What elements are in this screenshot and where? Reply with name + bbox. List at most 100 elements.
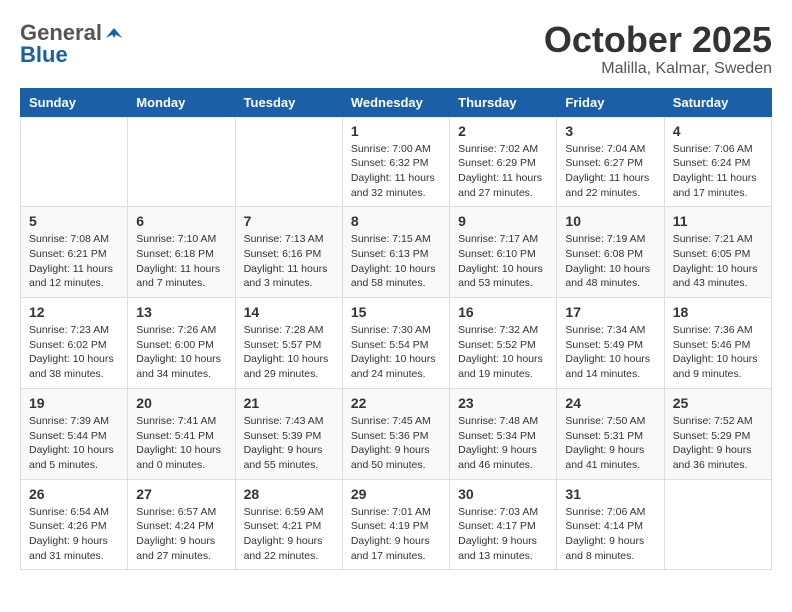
calendar-cell: 31 Sunrise: 7:06 AM Sunset: 4:14 PM Dayli…: [557, 479, 664, 570]
calendar-week-row: 1 Sunrise: 7:00 AM Sunset: 6:32 PM Daylig…: [21, 116, 772, 207]
day-info: Sunrise: 7:17 AM Sunset: 6:10 PM Dayligh…: [458, 232, 548, 291]
day-info: Sunrise: 7:04 AM Sunset: 6:27 PM Dayligh…: [565, 142, 655, 201]
calendar-cell: 30 Sunrise: 7:03 AM Sunset: 4:17 PM Dayli…: [450, 479, 557, 570]
day-info: Sunrise: 7:10 AM Sunset: 6:18 PM Dayligh…: [136, 232, 226, 291]
day-number: 19: [29, 395, 119, 411]
day-number: 14: [244, 304, 334, 320]
day-info: Sunrise: 7:39 AM Sunset: 5:44 PM Dayligh…: [29, 414, 119, 473]
day-number: 13: [136, 304, 226, 320]
day-info: Sunrise: 7:23 AM Sunset: 6:02 PM Dayligh…: [29, 323, 119, 382]
day-info: Sunrise: 7:02 AM Sunset: 6:29 PM Dayligh…: [458, 142, 548, 201]
calendar-cell: [235, 116, 342, 207]
day-number: 29: [351, 486, 441, 502]
calendar-cell: 22 Sunrise: 7:45 AM Sunset: 5:36 PM Dayli…: [342, 388, 449, 479]
day-number: 22: [351, 395, 441, 411]
calendar-cell: 7Sunrise: 7:13 AM Sunset: 6:16 PM Daylig…: [235, 207, 342, 298]
logo: General Blue: [20, 20, 124, 68]
day-number: 6: [136, 213, 226, 229]
day-info: Sunrise: 7:32 AM Sunset: 5:52 PM Dayligh…: [458, 323, 548, 382]
calendar-cell: 17 Sunrise: 7:34 AM Sunset: 5:49 PM Dayli…: [557, 298, 664, 389]
day-info: Sunrise: 7:08 AM Sunset: 6:21 PM Dayligh…: [29, 232, 119, 291]
day-number: 17: [565, 304, 655, 320]
calendar-cell: 13 Sunrise: 7:26 AM Sunset: 6:00 PM Dayli…: [128, 298, 235, 389]
calendar-cell: 25 Sunrise: 7:52 AM Sunset: 5:29 PM Dayli…: [664, 388, 771, 479]
location: Malilla, Kalmar, Sweden: [544, 60, 772, 78]
day-number: 25: [673, 395, 763, 411]
calendar-cell: 5Sunrise: 7:08 AM Sunset: 6:21 PM Daylig…: [21, 207, 128, 298]
day-number: 31: [565, 486, 655, 502]
day-info: Sunrise: 7:15 AM Sunset: 6:13 PM Dayligh…: [351, 232, 441, 291]
calendar-cell: 2 Sunrise: 7:02 AM Sunset: 6:29 PM Daylig…: [450, 116, 557, 207]
day-number: 12: [29, 304, 119, 320]
day-info: Sunrise: 6:54 AM Sunset: 4:26 PM Dayligh…: [29, 505, 119, 564]
day-number: 30: [458, 486, 548, 502]
day-number: 8: [351, 213, 441, 229]
day-info: Sunrise: 7:45 AM Sunset: 5:36 PM Dayligh…: [351, 414, 441, 473]
calendar-week-row: 19 Sunrise: 7:39 AM Sunset: 5:44 PM Dayli…: [21, 388, 772, 479]
day-info: Sunrise: 7:03 AM Sunset: 4:17 PM Dayligh…: [458, 505, 548, 564]
day-info: Sunrise: 7:36 AM Sunset: 5:46 PM Dayligh…: [673, 323, 763, 382]
calendar-cell: 4Sunrise: 7:06 AM Sunset: 6:24 PM Daylig…: [664, 116, 771, 207]
day-number: 3: [565, 123, 655, 139]
weekday-header: Wednesday: [342, 88, 449, 116]
title-block: October 2025 Malilla, Kalmar, Sweden: [544, 20, 772, 78]
logo-blue: Blue: [20, 42, 68, 68]
day-info: Sunrise: 7:19 AM Sunset: 6:08 PM Dayligh…: [565, 232, 655, 291]
weekday-header: Saturday: [664, 88, 771, 116]
calendar-cell: 18 Sunrise: 7:36 AM Sunset: 5:46 PM Dayli…: [664, 298, 771, 389]
calendar-cell: 16 Sunrise: 7:32 AM Sunset: 5:52 PM Dayli…: [450, 298, 557, 389]
calendar: SundayMondayTuesdayWednesdayThursdayFrid…: [20, 88, 772, 571]
calendar-cell: 12 Sunrise: 7:23 AM Sunset: 6:02 PM Dayli…: [21, 298, 128, 389]
day-info: Sunrise: 6:57 AM Sunset: 4:24 PM Dayligh…: [136, 505, 226, 564]
weekday-header: Thursday: [450, 88, 557, 116]
weekday-header: Friday: [557, 88, 664, 116]
day-info: Sunrise: 7:28 AM Sunset: 5:57 PM Dayligh…: [244, 323, 334, 382]
calendar-cell: 21 Sunrise: 7:43 AM Sunset: 5:39 PM Dayli…: [235, 388, 342, 479]
day-number: 2: [458, 123, 548, 139]
day-info: Sunrise: 7:06 AM Sunset: 6:24 PM Dayligh…: [673, 142, 763, 201]
calendar-cell: 1 Sunrise: 7:00 AM Sunset: 6:32 PM Daylig…: [342, 116, 449, 207]
calendar-cell: 26Sunrise: 6:54 AM Sunset: 4:26 PM Dayli…: [21, 479, 128, 570]
day-info: Sunrise: 7:21 AM Sunset: 6:05 PM Dayligh…: [673, 232, 763, 291]
day-number: 24: [565, 395, 655, 411]
day-number: 7: [244, 213, 334, 229]
day-info: Sunrise: 7:06 AM Sunset: 4:14 PM Dayligh…: [565, 505, 655, 564]
day-info: Sunrise: 7:30 AM Sunset: 5:54 PM Dayligh…: [351, 323, 441, 382]
calendar-cell: 24 Sunrise: 7:50 AM Sunset: 5:31 PM Dayli…: [557, 388, 664, 479]
month-title: October 2025: [544, 20, 772, 60]
day-number: 1: [351, 123, 441, 139]
calendar-cell: 23 Sunrise: 7:48 AM Sunset: 5:34 PM Dayli…: [450, 388, 557, 479]
calendar-cell: 28Sunrise: 6:59 AM Sunset: 4:21 PM Dayli…: [235, 479, 342, 570]
page-header: General Blue October 2025 Malilla, Kalma…: [20, 20, 772, 78]
logo-icon: [104, 23, 124, 43]
day-number: 11: [673, 213, 763, 229]
calendar-cell: [664, 479, 771, 570]
day-number: 20: [136, 395, 226, 411]
calendar-cell: 14 Sunrise: 7:28 AM Sunset: 5:57 PM Dayli…: [235, 298, 342, 389]
calendar-week-row: 12 Sunrise: 7:23 AM Sunset: 6:02 PM Dayli…: [21, 298, 772, 389]
day-number: 9: [458, 213, 548, 229]
weekday-header: Tuesday: [235, 88, 342, 116]
day-info: Sunrise: 7:52 AM Sunset: 5:29 PM Dayligh…: [673, 414, 763, 473]
day-number: 21: [244, 395, 334, 411]
day-number: 27: [136, 486, 226, 502]
calendar-cell: 15Sunrise: 7:30 AM Sunset: 5:54 PM Dayli…: [342, 298, 449, 389]
calendar-cell: 10Sunrise: 7:19 AM Sunset: 6:08 PM Dayli…: [557, 207, 664, 298]
day-number: 16: [458, 304, 548, 320]
calendar-cell: 20Sunrise: 7:41 AM Sunset: 5:41 PM Dayli…: [128, 388, 235, 479]
day-number: 28: [244, 486, 334, 502]
day-info: Sunrise: 7:26 AM Sunset: 6:00 PM Dayligh…: [136, 323, 226, 382]
day-info: Sunrise: 7:48 AM Sunset: 5:34 PM Dayligh…: [458, 414, 548, 473]
day-info: Sunrise: 7:43 AM Sunset: 5:39 PM Dayligh…: [244, 414, 334, 473]
weekday-header-row: SundayMondayTuesdayWednesdayThursdayFrid…: [21, 88, 772, 116]
weekday-header: Monday: [128, 88, 235, 116]
day-info: Sunrise: 7:50 AM Sunset: 5:31 PM Dayligh…: [565, 414, 655, 473]
calendar-cell: 9 Sunrise: 7:17 AM Sunset: 6:10 PM Daylig…: [450, 207, 557, 298]
day-info: Sunrise: 7:00 AM Sunset: 6:32 PM Dayligh…: [351, 142, 441, 201]
weekday-header: Sunday: [21, 88, 128, 116]
calendar-cell: 3 Sunrise: 7:04 AM Sunset: 6:27 PM Daylig…: [557, 116, 664, 207]
day-number: 18: [673, 304, 763, 320]
day-number: 23: [458, 395, 548, 411]
day-info: Sunrise: 7:34 AM Sunset: 5:49 PM Dayligh…: [565, 323, 655, 382]
calendar-cell: 27 Sunrise: 6:57 AM Sunset: 4:24 PM Dayli…: [128, 479, 235, 570]
